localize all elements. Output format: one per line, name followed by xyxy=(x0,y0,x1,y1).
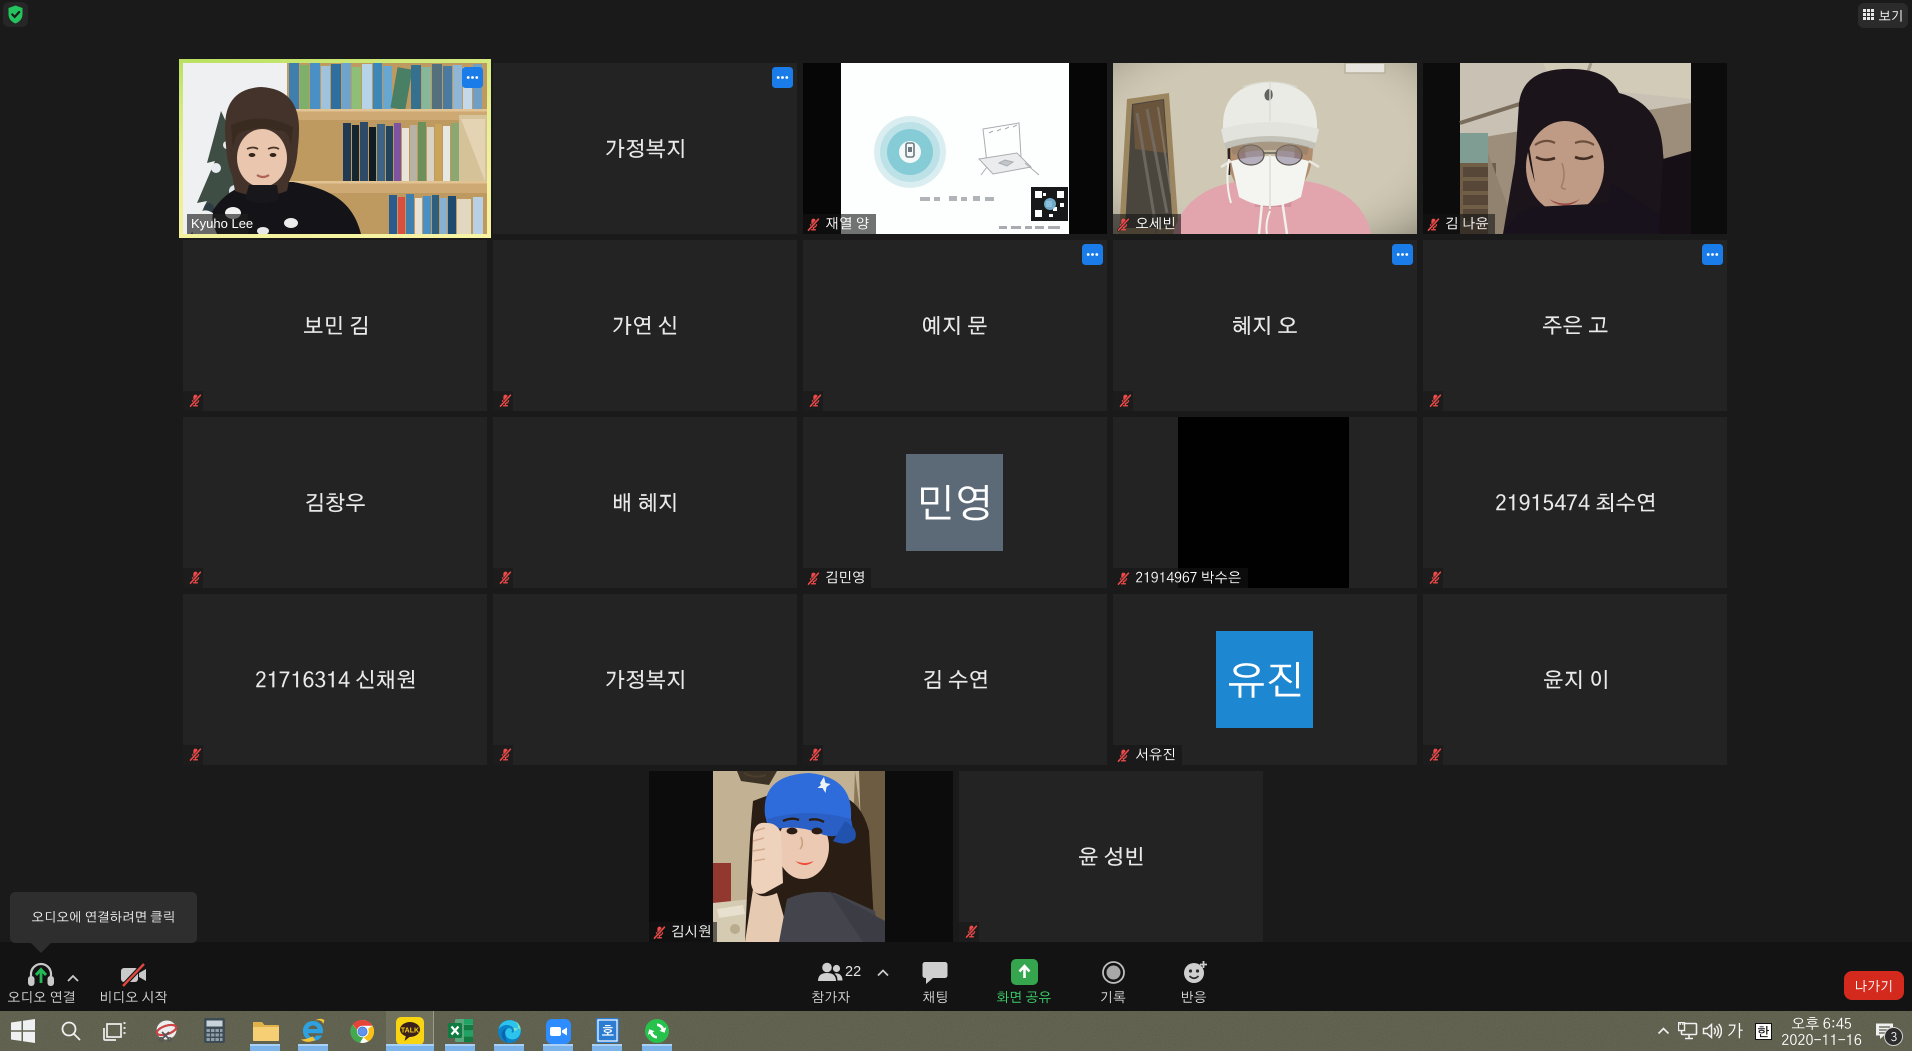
svg-text:TALK: TALK xyxy=(401,1028,419,1035)
